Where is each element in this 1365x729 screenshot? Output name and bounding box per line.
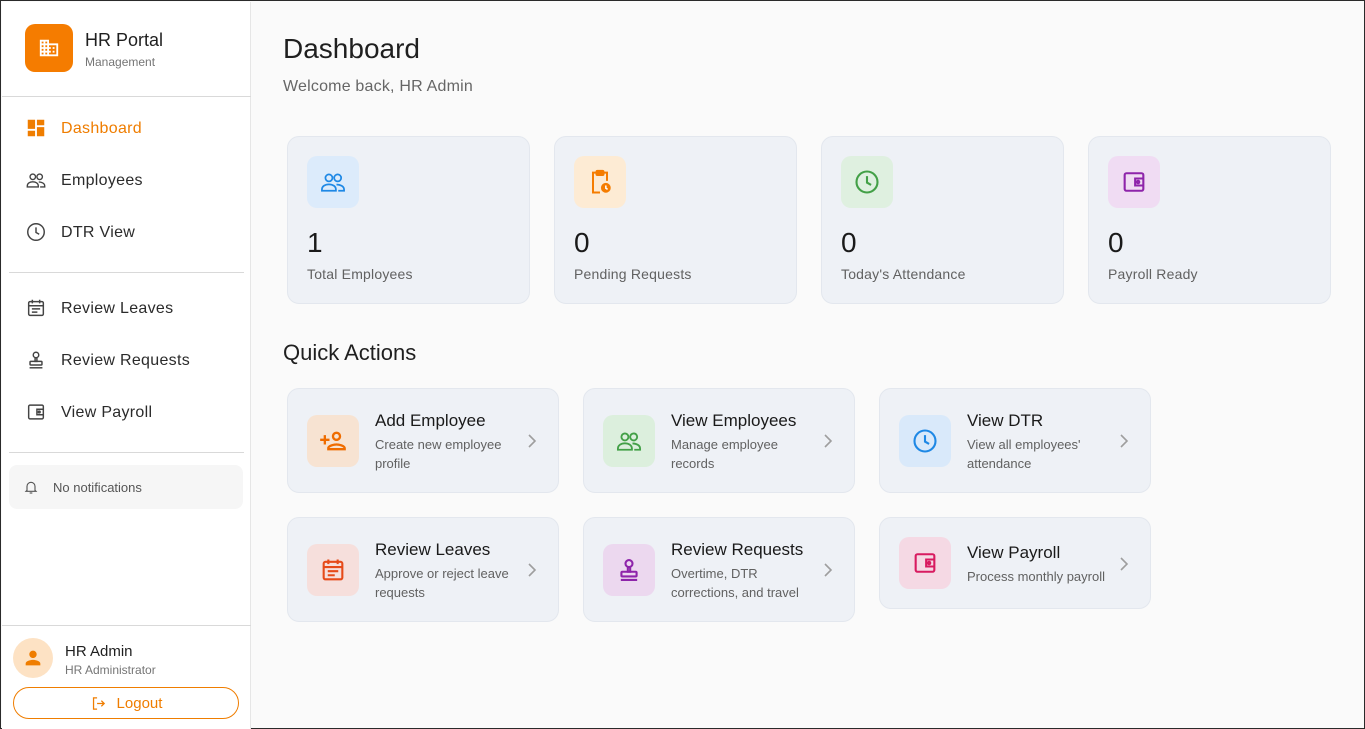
building-icon [25,24,73,72]
chevron-right-icon [1120,434,1129,448]
dashboard-icon [27,119,45,137]
action-description: Create new employee profile [375,437,502,471]
chevron-right-icon [824,563,833,577]
stat-card-pending-requests: 0 Pending Requests [554,136,797,304]
logout-button[interactable]: Logout [13,687,239,719]
logout-label: Logout [116,694,163,712]
brand-subtitle: Management [85,55,156,69]
nav-item-view-payroll[interactable]: View Payroll [9,390,243,434]
action-description: View all employees' attendance [967,437,1081,471]
action-title: Review Requests [671,540,804,559]
user-role: HR Administrator [65,663,156,677]
action-title: View DTR [967,411,1044,430]
stat-label: Total Employees [307,266,413,282]
person-icon [25,650,41,666]
nav-label: Employees [61,172,143,189]
chevron-right-icon [824,434,833,448]
nav-label: Review Requests [61,352,190,369]
nav-item-dashboard[interactable]: Dashboard [9,106,243,150]
nav-label: View Payroll [61,404,153,421]
clock-icon [899,415,951,467]
brand-header: HR Portal Management [2,2,251,97]
stamp-icon [603,544,655,596]
nav-item-employees[interactable]: Employees [9,158,243,202]
action-view-employees[interactable]: View Employees Manage employee records [583,388,855,493]
user-name: HR Admin [65,643,133,660]
action-review-leaves[interactable]: Review Leaves Approve or reject leave re… [287,517,559,622]
notifications-panel[interactable]: No notifications [9,465,243,509]
action-title: Review Leaves [375,540,491,559]
action-review-requests[interactable]: Review Requests Overtime, DTR correction… [583,517,855,622]
wallet-icon [27,404,45,420]
action-description: Overtime, DTR corrections, and travel [671,566,799,600]
clock-icon [27,223,45,241]
nav-label: Dashboard [61,120,142,137]
bell-icon [24,481,38,494]
stat-label: Pending Requests [574,266,692,282]
nav-item-review-leaves[interactable]: Review Leaves [9,286,243,330]
action-description: Process monthly payroll [967,569,1105,584]
nav-divider [9,272,244,273]
stat-card-todays-attendance: 0 Today's Attendance [821,136,1064,304]
people-icon [26,173,46,188]
quick-actions-title: Quick Actions [283,340,417,365]
stat-value: 1 [307,227,323,258]
nav-label: DTR View [61,224,136,241]
app-window: HR Portal Management Dashboard Employees… [0,0,1365,729]
sidebar: HR Portal Management Dashboard Employees… [2,2,251,729]
logout-icon [92,696,105,710]
wallet-icon [899,537,951,589]
action-description: Manage employee records [671,437,778,471]
people-icon [603,415,655,467]
action-title: View Payroll [967,543,1061,562]
clipboard-clock-icon [574,156,626,208]
calendar-icon [307,544,359,596]
stat-label: Payroll Ready [1108,266,1198,282]
chevron-right-icon [528,434,537,448]
action-view-payroll[interactable]: View Payroll Process monthly payroll [879,517,1151,609]
people-icon [307,156,359,208]
nav-item-review-requests[interactable]: Review Requests [9,338,243,382]
nav-label: Review Leaves [61,300,174,317]
stat-card-total-employees: 1 Total Employees [287,136,530,304]
action-add-employee[interactable]: Add Employee Create new employee profile [287,388,559,493]
nav-item-dtr-view[interactable]: DTR View [9,210,243,254]
stat-value: 0 [841,227,857,258]
notifications-label: No notifications [53,480,142,495]
user-panel: HR Admin HR Administrator Logout [2,625,251,729]
wallet-icon [1108,156,1160,208]
page-title: Dashboard [283,33,420,64]
chevron-right-icon [528,563,537,577]
stat-label: Today's Attendance [841,266,966,282]
stat-value: 0 [574,227,590,258]
add-person-icon [307,415,359,467]
stat-card-payroll-ready: 0 Payroll Ready [1088,136,1331,304]
action-title: View Employees [671,411,797,430]
action-title: Add Employee [375,411,486,430]
calendar-icon [27,299,45,317]
nav-divider [9,452,244,453]
chevron-right-icon [1120,557,1129,571]
avatar [13,638,53,678]
stamp-icon [29,351,43,369]
page-subtitle: Welcome back, HR Admin [283,78,473,95]
brand-title: HR Portal [85,30,164,50]
clock-icon [841,156,893,208]
action-view-dtr[interactable]: View DTR View all employees' attendance [879,388,1151,493]
stat-value: 0 [1108,227,1124,258]
action-description: Approve or reject leave requests [375,566,509,600]
